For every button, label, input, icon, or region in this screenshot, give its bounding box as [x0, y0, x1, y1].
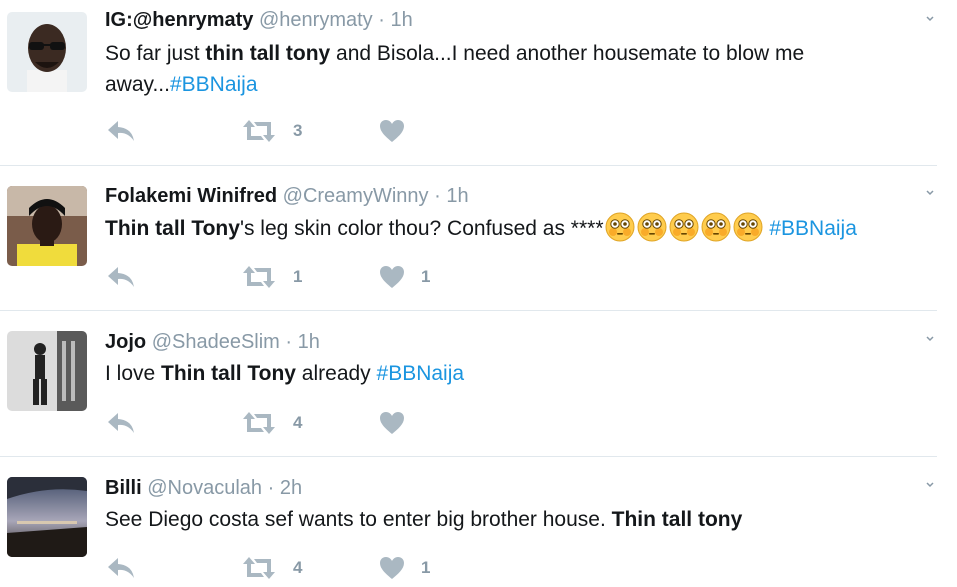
retweet-icon — [243, 120, 275, 142]
tweet[interactable]: Billi @Novaculah · 2h See Diego costa se… — [0, 457, 937, 587]
retweet-button[interactable]: 4 — [241, 408, 302, 438]
retweet-icon — [243, 266, 275, 288]
tweet-actions: 4 1 — [105, 553, 505, 583]
timestamp[interactable]: 2h — [280, 477, 302, 499]
retweet-icon — [243, 412, 275, 434]
tweet-actions: 4 — [105, 408, 505, 438]
tweet-header: IG:@henrymaty @henrymaty · 1h — [105, 8, 413, 32]
like-button[interactable]: 1 — [379, 553, 430, 583]
separator-dot: · — [378, 9, 385, 31]
timestamp[interactable]: 1h — [446, 185, 468, 207]
flushed-face-icon — [701, 212, 730, 242]
retweet-button[interactable]: 1 — [241, 262, 302, 292]
hashtag-link[interactable]: #BBNaija — [170, 73, 258, 96]
hashtag-link[interactable]: #BBNaija — [377, 362, 465, 385]
like-button[interactable] — [379, 408, 421, 438]
separator-dot: · — [434, 185, 441, 207]
reply-icon — [108, 558, 134, 578]
separator-dot: · — [267, 477, 275, 499]
chevron-down-icon[interactable] — [925, 480, 935, 490]
timestamp[interactable]: 1h — [390, 9, 412, 31]
like-count: 1 — [421, 267, 431, 286]
bold-text: Thin tall Tony — [161, 362, 296, 385]
text-segment: 's leg skin color thou? Confused as **** — [239, 217, 604, 240]
text-segment: So far just — [105, 42, 206, 65]
retweet-count: 4 — [293, 558, 303, 577]
tweet-actions: 1 1 — [105, 262, 505, 292]
retweet-count: 1 — [293, 267, 303, 286]
tweet-header: Billi @Novaculah · 2h — [105, 476, 302, 500]
hashtag-link[interactable]: #BBNaija — [769, 217, 857, 240]
tweet-header: Jojo @ShadeeSlim · 1h — [105, 330, 320, 354]
tweet-actions: 3 — [105, 116, 505, 146]
tweet-text: See Diego costa sef wants to enter big b… — [105, 504, 925, 535]
reply-button[interactable] — [105, 408, 137, 438]
author-handle[interactable]: @CreamyWinny — [283, 185, 429, 207]
text-segment: See Diego costa sef wants to enter big b… — [105, 508, 612, 531]
retweet-button[interactable]: 4 — [241, 553, 302, 583]
retweet-button[interactable]: 3 — [241, 116, 302, 146]
reply-icon — [108, 413, 134, 433]
bold-text: thin tall tony — [205, 42, 331, 65]
avatar[interactable] — [7, 12, 87, 92]
chevron-down-icon[interactable] — [925, 188, 935, 198]
retweet-count: 3 — [293, 121, 303, 140]
flushed-face-icon — [733, 212, 762, 242]
like-count: 1 — [421, 558, 431, 577]
timestamp[interactable]: 1h — [298, 331, 320, 353]
author-name[interactable]: Folakemi Winifred — [105, 185, 277, 207]
author-handle[interactable]: @henrymaty — [259, 9, 373, 31]
author-name[interactable]: IG:@henrymaty — [105, 9, 253, 31]
heart-icon — [380, 557, 404, 579]
reply-button[interactable] — [105, 553, 137, 583]
heart-icon — [380, 120, 404, 142]
like-button[interactable]: 1 — [379, 262, 430, 292]
author-name[interactable]: Billi — [105, 477, 142, 499]
tweet-text: Thin tall Tony's leg skin color thou? Co… — [105, 212, 925, 244]
tweet-text: I love Thin tall Tony already #BBNaija — [105, 358, 925, 389]
retweet-count: 4 — [293, 413, 303, 432]
tweet[interactable]: IG:@henrymaty @henrymaty · 1h So far jus… — [0, 0, 937, 166]
tweet[interactable]: Folakemi Winifred @CreamyWinny · 1h Thin… — [0, 166, 937, 311]
bold-text: Thin tall tony — [611, 508, 743, 531]
heart-icon — [380, 266, 404, 288]
reply-icon — [108, 121, 134, 141]
chevron-down-icon[interactable] — [925, 334, 935, 344]
author-handle[interactable]: @Novaculah — [147, 477, 262, 499]
text-segment: already — [295, 362, 377, 385]
flushed-face-icon — [637, 212, 666, 242]
bold-text: Thin tall Tony — [105, 217, 240, 240]
heart-icon — [380, 412, 404, 434]
flushed-face-icon — [605, 212, 634, 242]
like-button[interactable] — [379, 116, 421, 146]
tweet[interactable]: Jojo @ShadeeSlim · 1h I love Thin tall T… — [0, 311, 937, 457]
text-segment: I love — [105, 362, 162, 385]
author-handle[interactable]: @ShadeeSlim — [152, 331, 280, 353]
chevron-down-icon[interactable] — [925, 14, 935, 24]
tweet-header: Folakemi Winifred @CreamyWinny · 1h — [105, 184, 469, 208]
tweet-text: So far just thin tall tony and Bisola...… — [105, 38, 925, 100]
reply-button[interactable] — [105, 116, 137, 146]
avatar[interactable] — [7, 186, 87, 266]
avatar[interactable] — [7, 477, 87, 557]
reply-button[interactable] — [105, 262, 137, 292]
flushed-face-icon — [669, 212, 698, 242]
avatar[interactable] — [7, 331, 87, 411]
author-name[interactable]: Jojo — [105, 331, 146, 353]
reply-icon — [108, 267, 134, 287]
retweet-icon — [243, 557, 275, 579]
separator-dot: · — [285, 331, 293, 353]
